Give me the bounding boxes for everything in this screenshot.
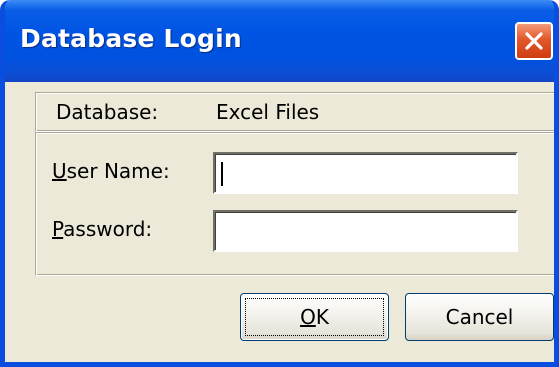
username-label-text: ser Name: xyxy=(66,159,170,183)
focus-rectangle xyxy=(245,298,384,336)
database-value: Excel Files xyxy=(216,100,320,124)
password-label-text: assword: xyxy=(63,217,153,241)
database-label: Database: xyxy=(56,100,159,124)
title-bar[interactable]: Database Login xyxy=(5,0,554,82)
ok-button[interactable]: OK xyxy=(240,293,389,341)
close-button[interactable] xyxy=(515,22,553,60)
username-label: User Name: xyxy=(52,159,170,183)
password-label: Password: xyxy=(52,217,152,241)
password-input[interactable] xyxy=(213,210,518,252)
password-label-accelerator: P xyxy=(52,217,64,241)
close-x-icon xyxy=(525,32,543,50)
text-caret xyxy=(221,162,223,186)
username-label-accelerator: U xyxy=(52,159,67,183)
database-info-group: Database: Excel Files xyxy=(35,92,554,132)
window-title: Database Login xyxy=(20,24,242,53)
cancel-button[interactable]: Cancel xyxy=(405,293,554,341)
database-login-dialog: Database Login Database: Excel Files Use… xyxy=(0,0,559,367)
username-input[interactable] xyxy=(213,152,518,194)
dialog-content: Database: Excel Files User Name: Passwor… xyxy=(5,82,554,362)
